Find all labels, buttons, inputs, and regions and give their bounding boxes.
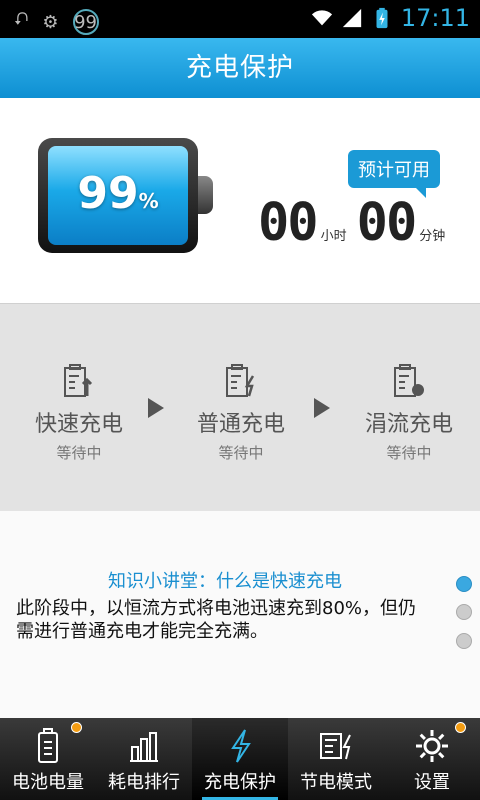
battery-graphic: 99% [38,138,213,253]
nav-label: 设置 [414,772,450,793]
notification-dot [455,722,466,733]
trickle-charge-icon [344,362,474,402]
nav-label: 耗电排行 [108,772,180,793]
stage-name: 快速充电 [34,412,123,437]
knowledge-panel[interactable]: 知识小讲堂：什么是快速充电 此阶段中，以恒流方式将电池迅速充到80%，但仍需进行… [0,511,480,718]
knowledge-title: 知识小讲堂：什么是快速充电 [108,571,342,592]
settings-gear-icon [384,724,480,768]
nav-label: 充电保护 [204,772,276,793]
clock: 17:11 [400,4,470,32]
normal-charge-icon [176,362,306,402]
minutes-value: 00 [356,193,418,253]
page-title: 充电保护 [185,53,294,83]
badge-99-icon: 99 [72,9,99,35]
bar-chart-icon [96,724,192,768]
stage-state: 等待中 [218,444,264,462]
fast-charge-icon [14,362,144,402]
system-icons: 17:11 [311,4,470,32]
title-bar: 充电保护 [0,38,480,98]
usb-icon: ⮏ [14,9,29,30]
hours-value: 00 [258,193,319,253]
battery-cap [198,176,213,214]
nav-label: 节电模式 [300,772,372,793]
knowledge-body: 此阶段中，以恒流方式将电池迅速充到80%，但仍需进行普通充电才能完全充满。 [16,598,417,642]
nav-label: 电池电量 [12,772,84,793]
arrow-right-icon [148,398,164,418]
notification-icons: ⮏ ⚙ 99 [14,7,99,37]
nav-battery[interactable]: 电池电量 [0,718,96,800]
page-dot-3[interactable] [456,633,472,649]
stage-trickle: 涓流充电 等待中 [344,362,474,463]
battery-percent: 99% [38,168,198,219]
page-dot-2[interactable] [456,604,472,620]
nav-charge-protect[interactable]: 充电保护 [192,718,288,800]
battery-body: 99% [38,138,198,253]
lightning-icon [192,724,288,768]
signal-icon [342,8,361,28]
estimate-bubble: 预计可用 [348,150,440,198]
hours-unit: 小时 [320,229,347,244]
stage-fast: 快速充电 等待中 [14,362,144,463]
battery-icon [0,724,96,768]
stage-state: 等待中 [386,444,432,462]
notification-dot [71,722,82,733]
status-bar: ⮏ ⚙ 99 17:11 [0,0,480,38]
nav-ranking[interactable]: 耗电排行 [96,718,192,800]
estimate-timer: 00 小时 00 分钟 [258,193,451,253]
stage-state: 等待中 [56,444,102,462]
power-save-icon [288,724,384,768]
android-icon: ⚙ [42,11,59,33]
battery-charging-icon [376,7,388,29]
nav-power-save[interactable]: 节电模式 [288,718,384,800]
stage-name: 涓流充电 [364,412,453,437]
battery-percent-value: 99 [77,168,139,219]
battery-card: 99% 预计可用 00 小时 00 分钟 [0,98,480,304]
stage-name: 普通充电 [196,412,285,437]
stage-normal: 普通充电 等待中 [176,362,306,463]
bottom-nav: 电池电量 耗电排行 充电保护 节电模式 设置 [0,718,480,800]
page-dot-1[interactable] [456,576,472,592]
minutes-unit: 分钟 [419,229,446,244]
arrow-right-icon [314,398,330,418]
nav-settings[interactable]: 设置 [384,718,480,800]
wifi-icon [311,10,332,26]
charging-stages: 快速充电 等待中 普通充电 等待中 涓流充电 等待中 [0,304,480,511]
battery-percent-unit: % [138,189,159,213]
